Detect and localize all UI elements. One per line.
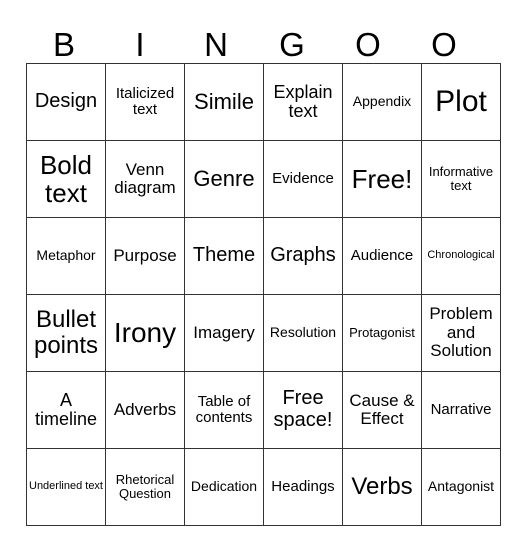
bingo-row: Design Italicized text Simile Explain te… [26, 63, 501, 141]
bingo-cell[interactable]: Dedication [184, 448, 264, 526]
bingo-cell[interactable]: Design [26, 63, 106, 141]
bingo-grid: Design Italicized text Simile Explain te… [26, 63, 501, 526]
bingo-cell[interactable]: Free! [342, 140, 422, 218]
bingo-cell[interactable]: Plot [421, 63, 501, 141]
header-letter-i: I [135, 26, 145, 63]
bingo-cell[interactable]: Graphs [263, 217, 343, 295]
bingo-cell[interactable]: Verbs [342, 448, 422, 526]
bingo-cell[interactable]: Italicized text [105, 63, 185, 141]
bingo-cell[interactable]: Protagonist [342, 294, 422, 372]
header-letter-g: G [279, 26, 305, 63]
bingo-cell[interactable]: Underlined text [26, 448, 106, 526]
bingo-cell[interactable]: Headings [263, 448, 343, 526]
bingo-cell[interactable]: Explain text [263, 63, 343, 141]
bingo-row: Bold text Venn diagram Genre Evidence Fr… [26, 140, 501, 218]
bingo-cell[interactable]: Bold text [26, 140, 106, 218]
header-letter-o-2: O [431, 26, 457, 63]
bingo-cell[interactable]: Imagery [184, 294, 264, 372]
bingo-header: B I N G O O [26, 26, 482, 63]
header-letter-o: O [355, 26, 381, 63]
bingo-cell[interactable]: Appendix [342, 63, 422, 141]
bingo-cell[interactable]: Chronological [421, 217, 501, 295]
bingo-cell[interactable]: Purpose [105, 217, 185, 295]
bingo-cell[interactable]: Adverbs [105, 371, 185, 449]
bingo-cell[interactable]: Resolution [263, 294, 343, 372]
bingo-cell[interactable]: Venn diagram [105, 140, 185, 218]
bingo-cell[interactable]: A timeline [26, 371, 106, 449]
bingo-cell[interactable]: Metaphor [26, 217, 106, 295]
bingo-row: Underlined text Rhetorical Question Dedi… [26, 448, 501, 526]
bingo-row: Metaphor Purpose Theme Graphs Audience C… [26, 217, 501, 295]
bingo-row: Bullet points Irony Imagery Resolution P… [26, 294, 501, 372]
header-letter-b: B [52, 26, 75, 63]
bingo-cell[interactable]: Rhetorical Question [105, 448, 185, 526]
bingo-cell[interactable]: Table of contents [184, 371, 264, 449]
header-letter-n: N [204, 26, 228, 63]
bingo-cell[interactable]: Genre [184, 140, 264, 218]
bingo-cell[interactable]: Audience [342, 217, 422, 295]
bingo-cell[interactable]: Narrative [421, 371, 501, 449]
bingo-cell[interactable]: Informative text [421, 140, 501, 218]
bingo-cell[interactable]: Evidence [263, 140, 343, 218]
bingo-cell[interactable]: Simile [184, 63, 264, 141]
bingo-cell[interactable]: Problem and Solution [421, 294, 501, 372]
bingo-row: A timeline Adverbs Table of contents Fre… [26, 371, 501, 449]
bingo-cell[interactable]: Antagonist [421, 448, 501, 526]
bingo-cell[interactable]: Irony [105, 294, 185, 372]
bingo-cell[interactable]: Free space! [263, 371, 343, 449]
bingo-cell[interactable]: Bullet points [26, 294, 106, 372]
bingo-cell[interactable]: Cause & Effect [342, 371, 422, 449]
bingo-cell[interactable]: Theme [184, 217, 264, 295]
